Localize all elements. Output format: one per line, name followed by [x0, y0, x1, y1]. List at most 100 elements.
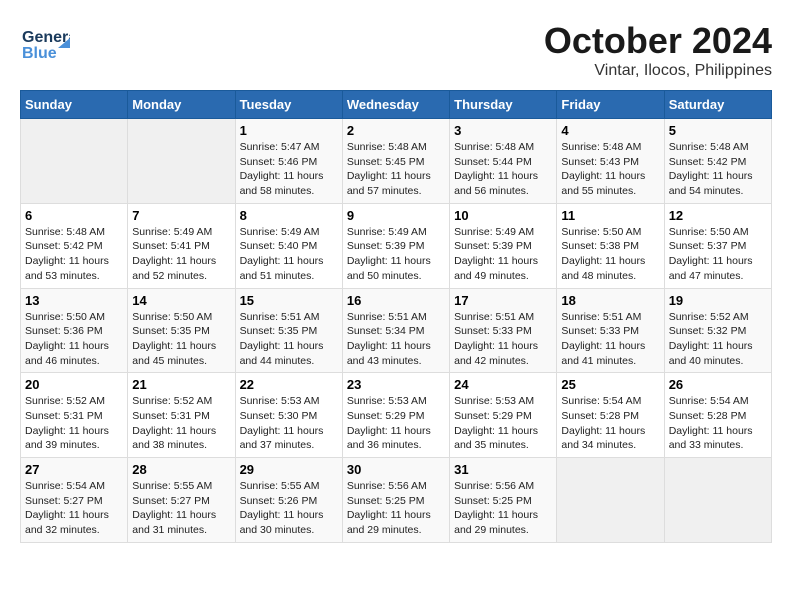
day-info: Sunrise: 5:49 AM Sunset: 5:39 PM Dayligh…	[347, 225, 445, 284]
calendar-cell: 18 Sunrise: 5:51 AM Sunset: 5:33 PM Dayli…	[557, 288, 664, 373]
day-info: Sunrise: 5:52 AM Sunset: 5:31 PM Dayligh…	[132, 394, 230, 453]
day-header-monday: Monday	[128, 91, 235, 119]
day-number: 10	[454, 208, 552, 223]
day-number: 5	[669, 123, 767, 138]
day-number: 11	[561, 208, 659, 223]
day-number: 17	[454, 293, 552, 308]
day-number: 7	[132, 208, 230, 223]
svg-text:Blue: Blue	[22, 45, 57, 62]
day-info: Sunrise: 5:54 AM Sunset: 5:28 PM Dayligh…	[669, 394, 767, 453]
page-subtitle: Vintar, Ilocos, Philippines	[544, 62, 772, 80]
day-header-thursday: Thursday	[450, 91, 557, 119]
calendar-cell: 16Sunrise: 5:51 AM Sunset: 5:34 PM Dayli…	[342, 288, 449, 373]
day-number: 23	[347, 377, 445, 392]
calendar-cell: 3 Sunrise: 5:48 AM Sunset: 5:44 PM Daylig…	[450, 119, 557, 204]
day-number: 21	[132, 377, 230, 392]
calendar-cell: 31Sunrise: 5:56 AM Sunset: 5:25 PM Dayli…	[450, 458, 557, 543]
calendar-cell: 19 Sunrise: 5:52 AM Sunset: 5:32 PM Dayli…	[664, 288, 771, 373]
day-info: Sunrise: 5:49 AM Sunset: 5:40 PM Dayligh…	[240, 225, 338, 284]
day-info: Sunrise: 5:48 AM Sunset: 5:44 PM Dayligh…	[454, 140, 552, 199]
calendar-cell: 13 Sunrise: 5:50 AM Sunset: 5:36 PM Dayli…	[21, 288, 128, 373]
day-info: Sunrise: 5:56 AM Sunset: 5:25 PM Dayligh…	[454, 479, 552, 538]
day-info: Sunrise: 5:54 AM Sunset: 5:28 PM Dayligh…	[561, 394, 659, 453]
day-header-wednesday: Wednesday	[342, 91, 449, 119]
day-info: Sunrise: 5:53 AM Sunset: 5:30 PM Dayligh…	[240, 394, 338, 453]
logo-icon: General Blue	[20, 20, 70, 70]
day-info: Sunrise: 5:52 AM Sunset: 5:32 PM Dayligh…	[669, 310, 767, 369]
day-number: 6	[25, 208, 123, 223]
calendar-cell: 26 Sunrise: 5:54 AM Sunset: 5:28 PM Dayli…	[664, 373, 771, 458]
calendar-cell: 25 Sunrise: 5:54 AM Sunset: 5:28 PM Dayli…	[557, 373, 664, 458]
calendar-cell: 29Sunrise: 5:55 AM Sunset: 5:26 PM Dayli…	[235, 458, 342, 543]
calendar-cell: 1 Sunrise: 5:47 AM Sunset: 5:46 PM Daylig…	[235, 119, 342, 204]
calendar-header-row: SundayMondayTuesdayWednesdayThursdayFrid…	[21, 91, 772, 119]
calendar-cell	[664, 458, 771, 543]
calendar-cell: 15Sunrise: 5:51 AM Sunset: 5:35 PM Dayli…	[235, 288, 342, 373]
calendar-cell: 14Sunrise: 5:50 AM Sunset: 5:35 PM Dayli…	[128, 288, 235, 373]
logo: General Blue	[20, 20, 70, 70]
title-block: October 2024 Vintar, Ilocos, Philippines	[544, 20, 772, 80]
day-info: Sunrise: 5:50 AM Sunset: 5:37 PM Dayligh…	[669, 225, 767, 284]
calendar-cell: 5 Sunrise: 5:48 AM Sunset: 5:42 PM Daylig…	[664, 119, 771, 204]
calendar-body: 1 Sunrise: 5:47 AM Sunset: 5:46 PM Daylig…	[21, 119, 772, 543]
calendar-cell	[557, 458, 664, 543]
svg-text:General: General	[22, 29, 70, 46]
day-number: 26	[669, 377, 767, 392]
day-info: Sunrise: 5:53 AM Sunset: 5:29 PM Dayligh…	[454, 394, 552, 453]
calendar-cell: 6 Sunrise: 5:48 AM Sunset: 5:42 PM Daylig…	[21, 203, 128, 288]
calendar-cell: 12 Sunrise: 5:50 AM Sunset: 5:37 PM Dayli…	[664, 203, 771, 288]
calendar-cell: 17 Sunrise: 5:51 AM Sunset: 5:33 PM Dayli…	[450, 288, 557, 373]
day-number: 18	[561, 293, 659, 308]
day-info: Sunrise: 5:49 AM Sunset: 5:41 PM Dayligh…	[132, 225, 230, 284]
calendar-cell	[21, 119, 128, 204]
day-number: 29	[240, 462, 338, 477]
day-info: Sunrise: 5:51 AM Sunset: 5:33 PM Dayligh…	[454, 310, 552, 369]
day-number: 2	[347, 123, 445, 138]
day-info: Sunrise: 5:50 AM Sunset: 5:36 PM Dayligh…	[25, 310, 123, 369]
day-info: Sunrise: 5:48 AM Sunset: 5:43 PM Dayligh…	[561, 140, 659, 199]
day-header-sunday: Sunday	[21, 91, 128, 119]
day-number: 1	[240, 123, 338, 138]
day-number: 14	[132, 293, 230, 308]
day-info: Sunrise: 5:51 AM Sunset: 5:35 PM Dayligh…	[240, 310, 338, 369]
day-number: 19	[669, 293, 767, 308]
day-info: Sunrise: 5:48 AM Sunset: 5:45 PM Dayligh…	[347, 140, 445, 199]
day-number: 12	[669, 208, 767, 223]
calendar-cell: 21 Sunrise: 5:52 AM Sunset: 5:31 PM Dayli…	[128, 373, 235, 458]
day-info: Sunrise: 5:50 AM Sunset: 5:38 PM Dayligh…	[561, 225, 659, 284]
day-info: Sunrise: 5:48 AM Sunset: 5:42 PM Dayligh…	[669, 140, 767, 199]
day-number: 25	[561, 377, 659, 392]
calendar-cell: 30 Sunrise: 5:56 AM Sunset: 5:25 PM Dayli…	[342, 458, 449, 543]
day-number: 16	[347, 293, 445, 308]
day-number: 3	[454, 123, 552, 138]
calendar-week-row: 20Sunrise: 5:52 AM Sunset: 5:31 PM Dayli…	[21, 373, 772, 458]
calendar-week-row: 6 Sunrise: 5:48 AM Sunset: 5:42 PM Daylig…	[21, 203, 772, 288]
calendar-week-row: 13 Sunrise: 5:50 AM Sunset: 5:36 PM Dayli…	[21, 288, 772, 373]
day-info: Sunrise: 5:55 AM Sunset: 5:27 PM Dayligh…	[132, 479, 230, 538]
day-number: 13	[25, 293, 123, 308]
day-info: Sunrise: 5:52 AM Sunset: 5:31 PM Dayligh…	[25, 394, 123, 453]
calendar-week-row: 1 Sunrise: 5:47 AM Sunset: 5:46 PM Daylig…	[21, 119, 772, 204]
day-info: Sunrise: 5:48 AM Sunset: 5:42 PM Dayligh…	[25, 225, 123, 284]
calendar-cell: 27Sunrise: 5:54 AM Sunset: 5:27 PM Dayli…	[21, 458, 128, 543]
day-info: Sunrise: 5:56 AM Sunset: 5:25 PM Dayligh…	[347, 479, 445, 538]
day-number: 22	[240, 377, 338, 392]
calendar-cell	[128, 119, 235, 204]
calendar-cell: 23 Sunrise: 5:53 AM Sunset: 5:29 PM Dayli…	[342, 373, 449, 458]
day-number: 4	[561, 123, 659, 138]
calendar-cell: 2 Sunrise: 5:48 AM Sunset: 5:45 PM Daylig…	[342, 119, 449, 204]
day-number: 24	[454, 377, 552, 392]
calendar-cell: 28Sunrise: 5:55 AM Sunset: 5:27 PM Dayli…	[128, 458, 235, 543]
calendar-cell: 7 Sunrise: 5:49 AM Sunset: 5:41 PM Daylig…	[128, 203, 235, 288]
day-info: Sunrise: 5:53 AM Sunset: 5:29 PM Dayligh…	[347, 394, 445, 453]
day-info: Sunrise: 5:51 AM Sunset: 5:33 PM Dayligh…	[561, 310, 659, 369]
calendar-cell: 4 Sunrise: 5:48 AM Sunset: 5:43 PM Daylig…	[557, 119, 664, 204]
calendar-cell: 20Sunrise: 5:52 AM Sunset: 5:31 PM Dayli…	[21, 373, 128, 458]
calendar-cell: 10Sunrise: 5:49 AM Sunset: 5:39 PM Dayli…	[450, 203, 557, 288]
day-number: 30	[347, 462, 445, 477]
page-header: General Blue October 2024 Vintar, Ilocos…	[20, 20, 772, 80]
day-info: Sunrise: 5:54 AM Sunset: 5:27 PM Dayligh…	[25, 479, 123, 538]
calendar-cell: 22 Sunrise: 5:53 AM Sunset: 5:30 PM Dayli…	[235, 373, 342, 458]
calendar-cell: 8Sunrise: 5:49 AM Sunset: 5:40 PM Daylig…	[235, 203, 342, 288]
day-info: Sunrise: 5:47 AM Sunset: 5:46 PM Dayligh…	[240, 140, 338, 199]
